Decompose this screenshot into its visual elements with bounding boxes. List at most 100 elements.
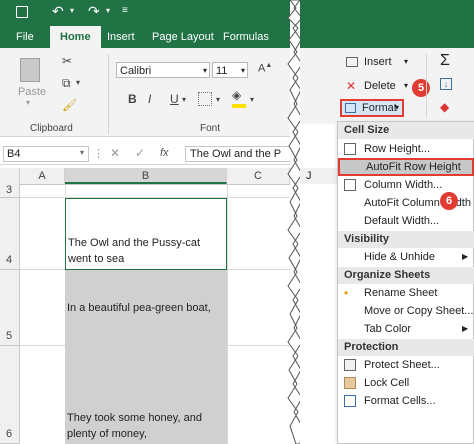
format-button[interactable]: Format ▾ (340, 99, 404, 117)
paste-label: Paste (18, 86, 47, 98)
menu-hide-unhide-label: Hide & Unhide (364, 251, 435, 263)
redo-dropdown-icon[interactable]: ▾ (106, 6, 110, 15)
insert-icon (346, 57, 358, 67)
menu-rename-sheet[interactable]: • Rename Sheet (338, 284, 474, 302)
undo-dropdown-icon[interactable]: ▾ (70, 6, 74, 15)
name-box-dropdown-icon[interactable]: ▾ (80, 148, 84, 157)
menu-column-width[interactable]: Column Width... (338, 176, 474, 194)
borders-dropdown-icon[interactable]: ▾ (216, 95, 220, 104)
name-box[interactable]: B4 (3, 146, 89, 162)
name-box-value: B4 (7, 148, 21, 160)
column-headers: A B C (0, 168, 290, 185)
underline-dropdown-icon[interactable]: ▾ (182, 95, 186, 104)
copy-icon[interactable]: ⧉ (62, 76, 71, 91)
tab-page-layout[interactable]: Page Layout (152, 26, 214, 48)
chevron-down-icon: ▾ (202, 66, 207, 75)
formula-bar: B4 ▾ ⋮ ✕ ✓ fx The Owl and the P (0, 144, 290, 165)
formula-value: The Owl and the P (190, 148, 282, 160)
bold-button[interactable]: B (128, 92, 137, 106)
cell-b4[interactable]: The Owl and the Pussy-cat went to sea (65, 198, 227, 270)
section-visibility: Visibility (338, 231, 474, 248)
tab-home[interactable]: Home (50, 26, 101, 48)
tab-insert[interactable]: Insert (107, 26, 135, 48)
insert-function-icon[interactable]: fx (160, 147, 169, 159)
menu-format-cells[interactable]: Format Cells... (338, 392, 474, 410)
enter-icon[interactable]: ✓ (135, 146, 145, 160)
excel-window: ↶ ▾ ↷ ▾ ≡ File Home Insert Page Layout F… (0, 0, 290, 444)
undo-icon[interactable]: ↶ (52, 3, 64, 20)
cell-b6-text: They took some honey, and plenty of mone… (67, 412, 202, 440)
save-icon[interactable] (16, 6, 28, 18)
row-header-4[interactable]: 4 (0, 198, 20, 270)
cancel-icon[interactable]: ✕ (110, 146, 120, 160)
section-protection: Protection (338, 339, 474, 356)
fill-dropdown-icon[interactable]: ▾ (250, 95, 254, 104)
protect-sheet-icon (344, 359, 356, 371)
group-divider (108, 54, 109, 134)
font-group-label: Font (200, 123, 221, 134)
select-all-corner[interactable] (0, 168, 20, 184)
title-bar: ↶ ▾ ↷ ▾ ≡ (0, 0, 290, 26)
paint-bucket-icon[interactable]: ◈ (232, 88, 241, 102)
autosum-icon[interactable]: Σ (440, 52, 450, 70)
fill-icon[interactable]: ↓ (440, 78, 452, 90)
copy-dropdown-icon[interactable]: ▾ (76, 78, 80, 87)
insert-cells-button[interactable]: Insert ▾ (344, 54, 414, 72)
underline-button[interactable]: U (170, 92, 179, 106)
row-number: 5 (6, 330, 13, 342)
step-5-badge: 5 (412, 79, 430, 97)
menu-autofit-row-height[interactable]: AutoFit Row Height (338, 158, 474, 176)
italic-button[interactable]: I (148, 92, 151, 106)
menu-tab-color[interactable]: Tab Color ▶ (338, 320, 474, 338)
submenu-arrow-icon: ▶ (462, 252, 469, 261)
delete-label: Delete (364, 80, 396, 92)
tab-file[interactable]: File (16, 26, 34, 48)
clear-icon[interactable]: ◆ (440, 100, 449, 114)
chevron-down-icon: ▾ (404, 57, 409, 66)
delete-cells-button[interactable]: ✕ Delete ▾ (344, 78, 414, 96)
rename-icon: • (344, 286, 349, 300)
column-width-icon (344, 179, 356, 191)
menu-column-width-label: Column Width... (364, 179, 443, 191)
chevron-down-icon: ▾ (404, 81, 409, 90)
tab-formulas[interactable]: Formulas (223, 26, 269, 48)
step-6-badge: 6 (440, 192, 458, 210)
borders-icon[interactable] (198, 92, 212, 106)
column-header-b[interactable]: B (65, 168, 227, 184)
font-name-combobox[interactable]: Calibri ▾ (116, 62, 210, 78)
cell-b6[interactable]: They took some honey, and plenty of mone… (65, 346, 227, 444)
font-size-combobox[interactable]: 11 ▾ (212, 62, 248, 78)
increase-font-size-icon[interactable]: A▲ (258, 62, 272, 75)
redo-icon[interactable]: ↷ (88, 3, 100, 20)
format-cells-icon (344, 395, 356, 407)
insert-label: Insert (364, 56, 392, 68)
menu-move-copy-sheet[interactable]: Move or Copy Sheet... (338, 302, 474, 320)
paste-icon (20, 58, 40, 82)
lock-icon (344, 377, 356, 389)
menu-hide-unhide[interactable]: Hide & Unhide ▶ (338, 248, 474, 266)
row-header-5[interactable]: 5 (0, 270, 20, 346)
menu-default-width[interactable]: Default Width... (338, 212, 474, 230)
row-header-3[interactable]: 3 (0, 184, 20, 198)
step-6-number: 6 (445, 195, 453, 207)
menu-lock-cell-label: Lock Cell (364, 377, 410, 389)
chevron-down-icon: ▾ (26, 98, 31, 107)
cell-b5[interactable]: In a beautiful pea-green boat, (65, 270, 227, 346)
chevron-down-icon: ▾ (395, 103, 400, 112)
menu-protect-sheet[interactable]: Protect Sheet... (338, 356, 474, 374)
menu-row-height[interactable]: Row Height... (338, 140, 474, 158)
format-painter-icon[interactable]: 🖌 (62, 98, 77, 112)
menu-format-cells-label: Format Cells... (364, 395, 436, 407)
column-header-a[interactable]: A (20, 168, 65, 184)
menu-lock-cell[interactable]: Lock Cell (338, 374, 474, 392)
column-header-j[interactable]: J (306, 170, 312, 182)
step-5-number: 5 (417, 82, 425, 94)
formula-input[interactable]: The Owl and the P (185, 146, 290, 162)
row-header-6[interactable]: 6 (0, 346, 20, 444)
paste-button[interactable]: Paste ▾ (14, 56, 47, 107)
cell-b5-text: In a beautiful pea-green boat, (67, 302, 211, 314)
group-divider (426, 54, 427, 118)
cut-icon[interactable]: ✂ (62, 54, 72, 68)
customize-qat-icon[interactable]: ≡ (122, 5, 128, 16)
fill-color-icon[interactable] (232, 104, 246, 108)
